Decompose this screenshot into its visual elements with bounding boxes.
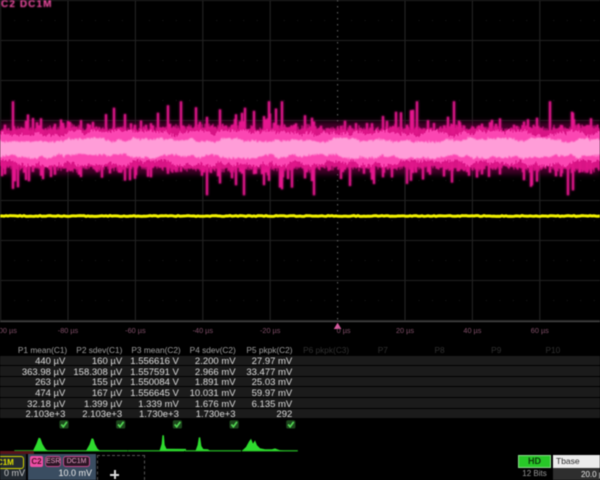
svg-text:-100 µs: -100 µs [0,326,17,335]
svg-text:20 µs: 20 µs [396,326,414,335]
svg-text:40 µs: 40 µs [463,326,481,335]
svg-text:-20 µs: -20 µs [260,326,281,335]
svg-text:0 µs: 0 µs [337,326,351,335]
svg-text:-80 µs: -80 µs [58,326,79,335]
svg-text:-40 µs: -40 µs [193,326,214,335]
svg-text:60 µs: 60 µs [531,326,549,335]
svg-text:-60 µs: -60 µs [125,326,146,335]
